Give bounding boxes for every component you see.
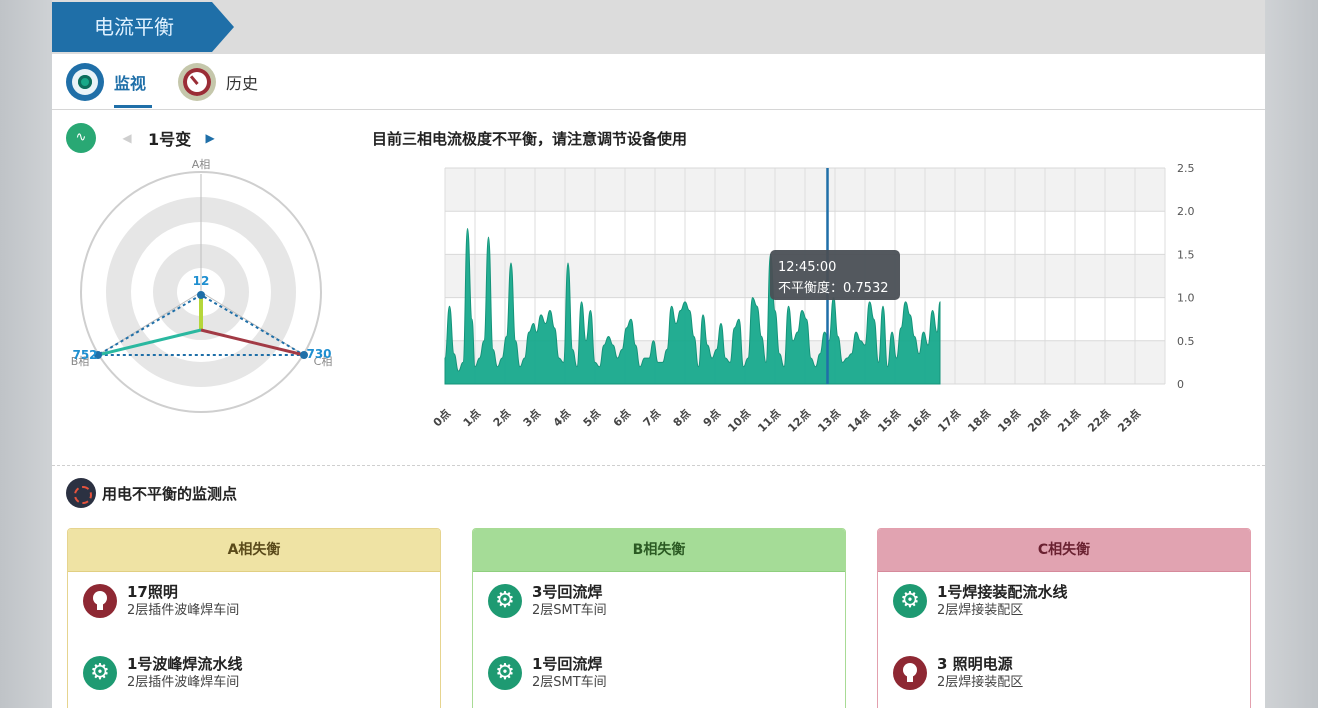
section-divider (52, 465, 1265, 466)
tooltip-time: 12:45:00 (778, 260, 836, 275)
item-name: 1号焊接装配流水线 (937, 583, 1068, 601)
list-item[interactable]: 3 照明电源 2层焊接装配区 (893, 654, 1023, 704)
active-tab-indicator (114, 105, 152, 108)
y-tick-label: 1.5 (1177, 248, 1195, 261)
main-panel: 电流平衡 监视 历史 ∿ ◀ 1号变 ▶ A相 B相 C相 12 752 730… (52, 0, 1265, 708)
x-tick-label: 14点 (845, 406, 874, 435)
card-header: A相失衡 (68, 529, 440, 572)
x-tick-label: 23点 (1115, 406, 1144, 435)
x-tick-label: 4点 (550, 406, 573, 429)
item-location: 2层焊接装配区 (937, 603, 1024, 618)
x-tick-label: 13点 (815, 406, 844, 435)
x-tick-label: 18点 (965, 406, 994, 435)
card-header: C相失衡 (878, 529, 1250, 572)
x-tick-label: 15点 (875, 406, 904, 435)
section-title: 用电不平衡的监测点 (102, 484, 238, 503)
gear-icon (488, 584, 522, 618)
x-tick-label: 1点 (460, 406, 483, 429)
list-item[interactable]: 1号回流焊 2层SMT车间 (488, 654, 607, 704)
x-tick-label: 0点 (430, 406, 453, 429)
x-tick-label: 12点 (785, 406, 814, 435)
x-tick-label: 10点 (725, 406, 754, 435)
radar-chart: A相 B相 C相 12 752 730 (66, 150, 336, 434)
clock-icon (178, 63, 216, 101)
tab-history[interactable]: 历史 (178, 54, 258, 110)
list-item[interactable]: 17照明 2层插件波峰焊车间 (83, 582, 239, 632)
item-name: 1号波峰焊流水线 (127, 655, 243, 673)
item-location: 2层SMT车间 (532, 603, 607, 618)
y-tick-label: 2.0 (1177, 205, 1195, 218)
item-location: 2层插件波峰焊车间 (127, 675, 240, 690)
gear-icon (83, 656, 117, 690)
x-tick-label: 17点 (935, 406, 964, 435)
list-item[interactable]: 1号焊接装配流水线 2层焊接装配区 (893, 582, 1067, 632)
x-tick-label: 2点 (490, 406, 513, 429)
card-phase-a: A相失衡 17照明 2层插件波峰焊车间 1号波峰焊流水线 2层插件波峰焊车间 (67, 528, 441, 708)
list-item[interactable]: 1号波峰焊流水线 2层插件波峰焊车间 (83, 654, 242, 704)
station-name: 1号变 (148, 130, 192, 149)
radar-label-a: A相 (192, 158, 211, 171)
page-title: 电流平衡 (52, 2, 234, 52)
radar-point-a (197, 291, 205, 299)
list-item[interactable]: 3号回流焊 2层SMT车间 (488, 582, 607, 632)
backdrop-right (1265, 0, 1318, 708)
item-name: 1号回流焊 (532, 655, 603, 673)
item-name: 17照明 (127, 583, 178, 601)
x-tick-label: 5点 (580, 406, 603, 429)
x-tick-label: 16点 (905, 406, 934, 435)
y-tick-label: 0 (1177, 378, 1184, 391)
backdrop-left (0, 0, 52, 708)
tab-monitor[interactable]: 监视 (66, 54, 146, 110)
x-tick-label: 3点 (520, 406, 543, 429)
item-location: 2层焊接装配区 (937, 675, 1024, 690)
card-phase-c: C相失衡 1号焊接装配流水线 2层焊接装配区 3 照明电源 2层焊接装配区 (877, 528, 1251, 708)
header-bar: 电流平衡 (52, 0, 1265, 54)
gear-icon (488, 656, 522, 690)
next-station-button[interactable]: ▶ (199, 131, 221, 145)
wave-icon: ∿ (66, 123, 96, 153)
imbalance-chart: 0点 1点 2点 3点 4点 5点 6点 7点 8点 9点 10点 11点 12点 13点 14点 15点 16… (372, 150, 1212, 444)
gear-icon (893, 584, 927, 618)
x-tick-label: 19点 (995, 406, 1024, 435)
y-tick-label: 2.5 (1177, 162, 1195, 175)
x-tick-label: 21点 (1055, 406, 1084, 435)
radar-value-a: 12 (193, 274, 210, 288)
item-location: 2层SMT车间 (532, 675, 607, 690)
section-header: 用电不平衡的监测点 (66, 478, 237, 508)
x-tick-label: 7点 (640, 406, 663, 429)
item-name: 3号回流焊 (532, 583, 603, 601)
y-tick-label: 1.0 (1177, 292, 1195, 305)
tab-history-label: 历史 (226, 74, 259, 93)
bulb-icon (893, 656, 927, 690)
tab-monitor-label: 监视 (114, 74, 147, 93)
item-location: 2层插件波峰焊车间 (127, 603, 240, 618)
tab-bar: 监视 历史 (52, 54, 1265, 110)
y-tick-label: 0.5 (1177, 335, 1195, 348)
prev-station-button[interactable]: ◀ (116, 131, 138, 145)
x-tick-label: 20点 (1025, 406, 1054, 435)
x-tick-label: 22点 (1085, 406, 1114, 435)
chart-title: 目前三相电流极度不平衡，请注意调节设备使用 (372, 130, 688, 148)
chart-tooltip: 12:45:00 不平衡度：0.7532 (770, 250, 900, 300)
x-tick-label: 6点 (610, 406, 633, 429)
x-tick-label: 8点 (670, 406, 693, 429)
radar-value-b: 752 (72, 348, 97, 362)
eye-icon (66, 63, 104, 101)
x-tick-label: 9点 (700, 406, 723, 429)
card-phase-b: B相失衡 3号回流焊 2层SMT车间 1号回流焊 2层SMT车间 (472, 528, 846, 708)
card-header: B相失衡 (473, 529, 845, 572)
target-icon (66, 478, 96, 508)
tooltip-value: 不平衡度：0.7532 (778, 280, 889, 296)
x-tick-label: 11点 (755, 406, 784, 435)
bulb-icon (83, 584, 117, 618)
item-name: 3 照明电源 (937, 655, 1013, 673)
radar-value-c: 730 (306, 347, 331, 361)
